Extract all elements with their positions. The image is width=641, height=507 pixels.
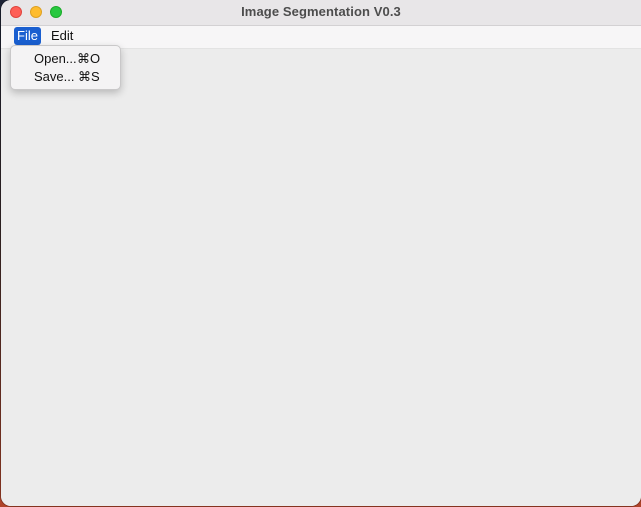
file-menu-dropdown: Open... ⌘O Save... ⌘S	[10, 45, 121, 90]
menu-item-open[interactable]: Open... ⌘O	[11, 50, 120, 68]
menu-item-save-shortcut: ⌘S	[78, 69, 100, 84]
menu-item-open-label: Open...	[34, 51, 77, 66]
menu-edit[interactable]: Edit	[48, 27, 76, 45]
menu-item-open-shortcut: ⌘O	[77, 51, 101, 66]
title-bar[interactable]: Image Segmentation V0.3	[1, 0, 641, 26]
menu-item-save[interactable]: Save... ⌘S	[11, 68, 120, 86]
main-canvas-area[interactable]	[1, 49, 641, 506]
menu-item-save-label: Save...	[34, 69, 75, 84]
app-window: Image Segmentation V0.3 File Edit Open..…	[1, 0, 641, 506]
window-title: Image Segmentation V0.3	[241, 4, 401, 19]
menu-file[interactable]: File	[14, 27, 41, 45]
